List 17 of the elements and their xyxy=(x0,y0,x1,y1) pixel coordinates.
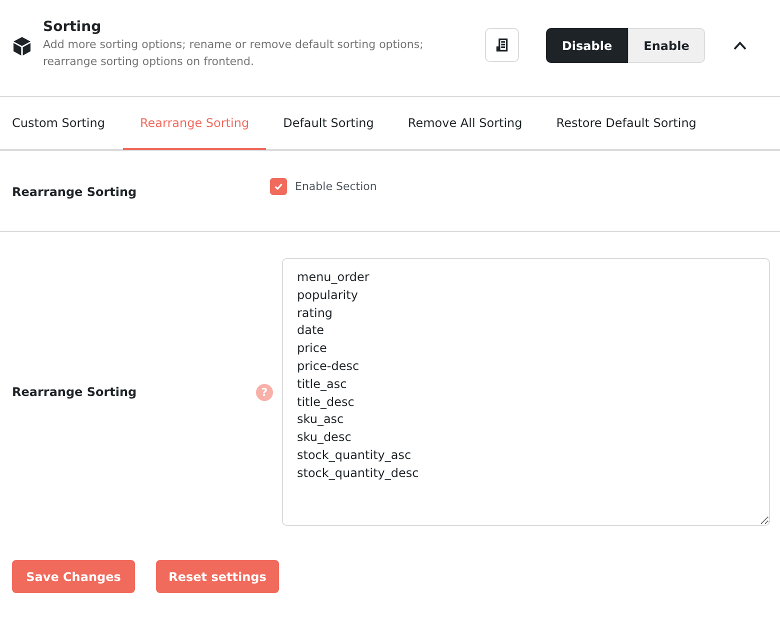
checkbox-label: Enable Section xyxy=(295,179,377,195)
check-icon xyxy=(273,181,284,192)
document-button[interactable] xyxy=(485,28,519,62)
tab[interactable]: Custom Sorting xyxy=(0,97,123,150)
section-description: Add more sorting options; rename or remove default sorting options; rearrange sorting options on frontend. xyxy=(43,37,424,70)
enable-button[interactable]: Enable xyxy=(628,28,705,63)
section-title: Sorting xyxy=(43,19,102,35)
sorting-order-field[interactable]: menu_order popularity rating date price price-desc title_asc title_desc sku_asc sku_desc stock_quantity_asc stock_quantity_desc xyxy=(282,258,770,526)
box-icon xyxy=(12,36,32,56)
tab[interactable]: Restore Default Sorting xyxy=(539,97,714,150)
setting-label: Rearrange Sorting xyxy=(11,185,138,201)
checkbox[interactable] xyxy=(270,178,287,195)
document-icon xyxy=(495,38,509,52)
setting-label: Rearrange Sorting xyxy=(11,385,138,399)
disable-button[interactable]: Disable xyxy=(546,28,628,63)
tab[interactable]: Remove All Sorting xyxy=(390,97,540,150)
tab[interactable]: Default Sorting xyxy=(266,97,391,150)
